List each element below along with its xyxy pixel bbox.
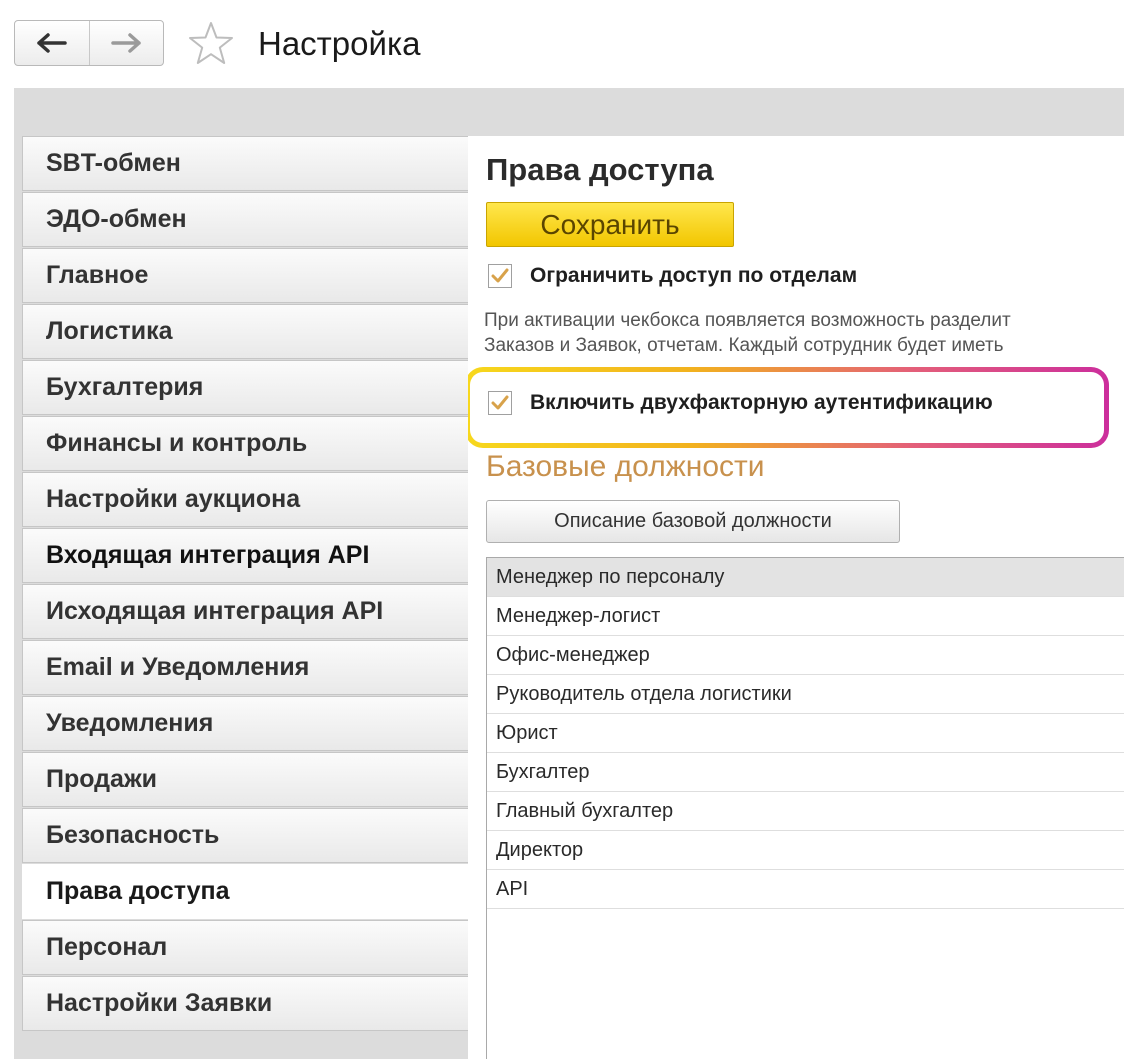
sidebar-item-sbt-exchange[interactable]: SBT-обмен [22,136,468,191]
restrict-by-department-option[interactable]: Ограничить доступ по отделам [488,264,857,288]
sidebar-item-edo-exchange[interactable]: ЭДО-обмен [22,192,468,247]
back-button[interactable] [15,21,89,65]
hint-line: При активации чекбокса появляется возмож… [484,310,1011,331]
table-row[interactable]: Юрист [487,714,1124,753]
table-row[interactable]: Руководитель отдела логистики [487,675,1124,714]
page-title: Права доступа [486,152,714,187]
access-rights-panel: Права доступа Сохранить Ограничить досту… [468,136,1124,1059]
table-row[interactable]: Главный бухгалтер [487,792,1124,831]
star-icon[interactable] [188,20,234,66]
checkmark-icon [491,268,509,283]
sidebar-item-security[interactable]: Безопасность [22,808,468,863]
base-positions-table: Менеджер по персоналу Менеджер-логист Оф… [486,557,1124,1059]
save-button[interactable]: Сохранить [486,202,734,247]
sidebar-item-access-rights[interactable]: Права доступа [22,864,468,919]
table-row[interactable]: Директор [487,831,1124,870]
arrow-left-icon [37,33,67,53]
sidebar-item-sales[interactable]: Продажи [22,752,468,807]
two-factor-label: Включить двухфакторную аутентификацию [530,391,993,414]
restrict-by-department-label: Ограничить доступ по отделам [530,264,858,287]
sidebar-item-logistics[interactable]: Логистика [22,304,468,359]
table-row[interactable]: Офис-менеджер [487,636,1124,675]
arrow-right-icon [111,33,141,53]
two-factor-option[interactable]: Включить двухфакторную аутентификацию [488,391,993,415]
history-nav [14,20,164,66]
sidebar-item-personnel[interactable]: Персонал [22,920,468,975]
sidebar-item-notifications[interactable]: Уведомления [22,696,468,751]
sidebar-item-main[interactable]: Главное [22,248,468,303]
position-description-button[interactable]: Описание базовой должности [486,500,900,543]
table-row[interactable]: API [487,870,1124,909]
forward-button[interactable] [88,21,164,65]
sidebar-item-finance-control[interactable]: Финансы и контроль [22,416,468,471]
settings-sidebar: SBT-обмен ЭДО-обмен Главное Логистика Бу… [22,136,468,1032]
sidebar-item-outgoing-api[interactable]: Исходящая интеграция API [22,584,468,639]
two-factor-checkbox[interactable] [488,391,512,415]
table-row[interactable]: Бухгалтер [487,753,1124,792]
sidebar-item-email-notifications[interactable]: Email и Уведомления [22,640,468,695]
base-positions-title: Базовые должности [486,450,765,483]
hint-line: Заказов и Заявок, отчетам. Каждый сотруд… [484,335,1004,356]
sidebar-item-auction-settings[interactable]: Настройки аукциона [22,472,468,527]
restrict-by-department-checkbox[interactable] [488,264,512,288]
sidebar-item-incoming-api[interactable]: Входящая интеграция API [22,528,468,583]
table-row[interactable]: Менеджер по персоналу [487,558,1124,597]
sidebar-item-request-settings[interactable]: Настройки Заявки [22,976,468,1031]
restrict-hint: При активации чекбокса появляется возмож… [484,308,1011,358]
checkmark-icon [491,395,509,410]
window-title: Настройка [258,25,421,62]
table-row[interactable]: Менеджер-логист [487,597,1124,636]
sidebar-item-accounting[interactable]: Бухгалтерия [22,360,468,415]
